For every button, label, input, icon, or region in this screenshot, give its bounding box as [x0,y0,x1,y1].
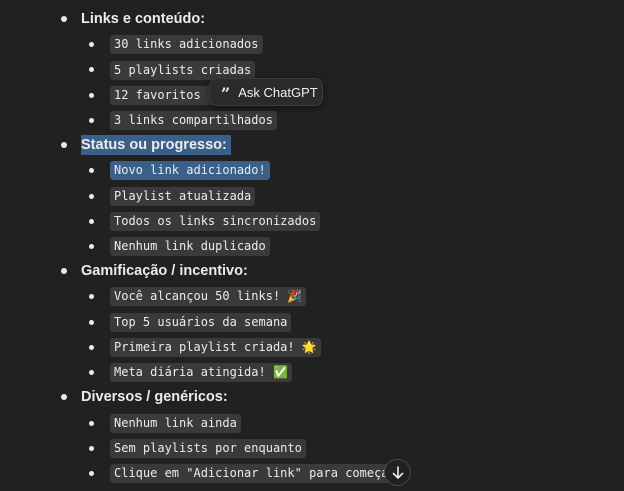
inline-code: Todos os links sincronizados [110,212,321,231]
bullet [89,471,94,476]
bullet [61,142,67,148]
section-heading: Status ou progresso: [81,135,231,155]
bullet [89,370,94,375]
bullet [89,168,94,173]
inline-code: 3 links compartilhados [110,111,277,130]
bullet [89,244,94,249]
bullet [61,16,67,22]
bullet [89,219,94,224]
ask-chatgpt-label: Ask ChatGPT [238,84,318,100]
inline-code: Novo link adicionado! [110,161,270,180]
inline-code: Nenhum link ainda [110,414,241,433]
bullet [89,67,94,72]
bullet [89,294,94,299]
inline-code: Sem playlists por enquanto [110,439,306,458]
bullet [61,394,67,400]
bullet [61,268,67,274]
bullet [89,118,94,123]
inline-code: Você alcançou 50 links! 🎉 [110,287,307,306]
ask-chatgpt-button[interactable]: ” Ask ChatGPT [209,78,323,106]
scroll-down-button[interactable] [384,459,411,486]
bullet [89,345,94,350]
inline-code: Primeira playlist criada! 🌟 [110,338,321,357]
section-heading: Diversos / genéricos: [81,389,228,405]
inline-code: Playlist atualizada [110,187,256,206]
inline-code: Top 5 usuários da semana [110,313,292,332]
inline-code: Nenhum link duplicado [110,237,270,256]
bullet [89,320,94,325]
quote-icon: ” [221,84,231,103]
bullet [89,446,94,451]
inline-code: 30 links adicionados [110,35,263,54]
inline-code: Meta diária atingida! ✅ [110,363,292,382]
bullet [89,194,94,199]
inline-code: Clique em "Adicionar link" para começar [110,464,400,483]
bullet [89,93,94,98]
arrow-down-icon [392,465,403,479]
bullet [89,421,94,426]
bullet [89,42,94,47]
section-heading: Gamificação / incentivo: [81,263,248,279]
section-heading: Links e conteúdo: [81,11,206,27]
